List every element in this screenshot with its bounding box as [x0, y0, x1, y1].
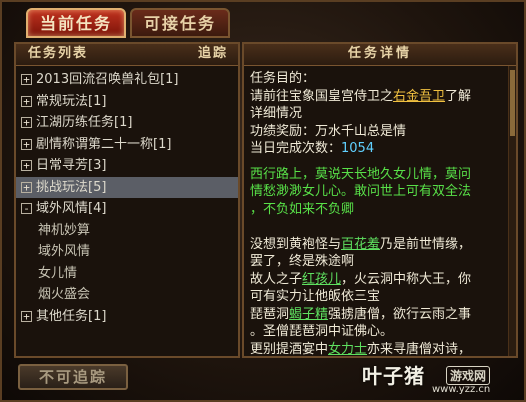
poem-line: 西行路上，莫说天长地久女儿情，莫问: [250, 166, 472, 182]
npc-link[interactable]: 红孩儿: [302, 272, 341, 287]
completion-count-value: 1054: [341, 141, 375, 156]
expand-icon[interactable]: +: [21, 310, 32, 322]
quest-category-item[interactable]: + 日常寻芳[3]: [16, 155, 238, 177]
quest-category-label: 域外风情[4]: [36, 201, 107, 216]
track-button[interactable]: 追踪: [198, 44, 228, 64]
npc-link-guard[interactable]: 右金吾卫: [393, 89, 445, 104]
quest-list: +2013回流召唤兽礼包[1] + 常规玩法[1] + 江湖历练任务[1] + 剧情称…: [16, 66, 238, 327]
quest-category-label: 2013回流召唤兽礼包[1]: [36, 72, 179, 87]
story-line: 更别提酒宴中女力士亦来寻唐僧对诗，: [250, 341, 472, 357]
expand-icon[interactable]: +: [21, 138, 32, 150]
story-line: 可有实力让他皈依三宝: [250, 289, 381, 304]
quest-list-panel: 任务列表 追踪 +2013回流召唤兽礼包[1] + 常规玩法[1] + 江湖历练任务…: [14, 42, 240, 358]
npc-link[interactable]: 百花羞: [341, 237, 380, 252]
site-watermark: 叶子猪 游戏网 www.yzz.cn: [362, 360, 522, 400]
quest-detail-title: 任务详情: [347, 46, 412, 61]
watermark-logo: 游戏网: [446, 366, 491, 385]
poem-line: ，不负如来不负卿: [250, 201, 355, 217]
expand-icon[interactable]: +: [21, 95, 32, 107]
watermark-url: www.yzz.cn: [432, 384, 491, 395]
quest-detail-content: 任务目的： 请前往宝象国皇宫侍卫之右金吾卫了解 详细情况 功绩奖励：万水千山总是…: [244, 66, 516, 358]
quest-category-item[interactable]: + 江湖历练任务[1]: [16, 112, 238, 134]
tab-available-quests[interactable]: 可接任务: [130, 8, 230, 38]
story-line: 罢了，终是殊途啊: [250, 254, 355, 269]
story-line: 故人之子红孩儿，火云洞中称大王，你: [250, 271, 472, 287]
quest-category-item[interactable]: + 常规玩法[1]: [16, 91, 238, 113]
expand-icon[interactable]: +: [21, 160, 32, 171]
quest-category-label: 挑战玩法[5]: [36, 179, 107, 195]
detail-scrollbar[interactable]: [508, 66, 516, 356]
quest-list-header: 任务列表 追踪: [16, 44, 238, 66]
quest-item[interactable]: 女儿情: [16, 263, 238, 285]
expand-icon[interactable]: +: [21, 74, 32, 85]
quest-list-title: 任务列表: [28, 46, 89, 61]
quest-category-label: 其他任务[1]: [36, 308, 107, 324]
quest-window: 当前任务 可接任务 任务列表 追踪 +2013回流召唤兽礼包[1] + 常规玩法[…: [0, 0, 526, 402]
quest-item[interactable]: 域外风情: [16, 241, 238, 263]
quest-item-label: 域外风情: [38, 244, 91, 259]
quest-category-item-selected[interactable]: + 挑战玩法[5]: [16, 176, 238, 198]
quest-item-label: 神机妙算: [38, 222, 91, 238]
goal-text-cont: 详细情况: [250, 106, 303, 121]
quest-item[interactable]: 神机妙算: [16, 220, 238, 242]
reward-text: 功绩奖励：万水千山总是情: [250, 123, 407, 139]
quest-item-label: 烟火盛会: [38, 287, 91, 302]
collapse-icon[interactable]: -: [21, 203, 32, 214]
quest-item[interactable]: 烟火盛会: [16, 284, 238, 306]
quest-category-label: 剧情称谓第二十一称[1]: [36, 136, 172, 152]
quest-category-item[interactable]: +2013回流召唤兽礼包[1]: [16, 69, 238, 91]
watermark-brand: 叶子猪: [362, 364, 425, 388]
quest-category-item[interactable]: + 其他任务[1]: [16, 306, 238, 328]
story-line: 。圣僧琵琶洞中证佛心。: [250, 324, 394, 339]
quest-detail-header: 任务详情: [244, 44, 516, 66]
story-line: 琵琶洞蝎子精强掳唐僧，欲行云雨之事: [250, 306, 472, 322]
quest-detail-panel: 任务详情 任务目的： 请前往宝象国皇宫侍卫之右金吾卫了解 详细情况 功绩奖励：万…: [242, 42, 518, 358]
quest-category-item[interactable]: - 域外风情[4]: [16, 198, 238, 220]
quest-category-label: 常规玩法[1]: [36, 93, 107, 109]
scrollbar-thumb[interactable]: [510, 70, 515, 136]
quest-category-label: 江湖历练任务[1]: [36, 115, 133, 130]
untrack-button[interactable]: 不可追踪: [18, 364, 128, 390]
goal-label: 任务目的：: [250, 71, 316, 86]
completion-count: 当日完成次数：1054: [250, 141, 375, 156]
npc-link[interactable]: 蝎子精: [289, 307, 328, 322]
goal-text: 请前往宝象国皇宫侍卫之右金吾卫了解: [250, 88, 472, 104]
quest-category-item[interactable]: + 剧情称谓第二十一称[1]: [16, 134, 238, 156]
npc-link[interactable]: 女力士: [328, 342, 367, 357]
quest-category-label: 日常寻芳[3]: [36, 158, 107, 173]
quest-item-label: 女儿情: [38, 265, 78, 281]
story-line: 没想到黄袍怪与百花羞乃是前世情缘，: [250, 236, 472, 252]
expand-icon[interactable]: +: [21, 181, 32, 193]
poem-line: 情愁渺渺女儿心。敢问世上可有双全法: [250, 184, 472, 199]
tab-current-quests[interactable]: 当前任务: [26, 8, 126, 38]
expand-icon[interactable]: +: [21, 117, 32, 128]
